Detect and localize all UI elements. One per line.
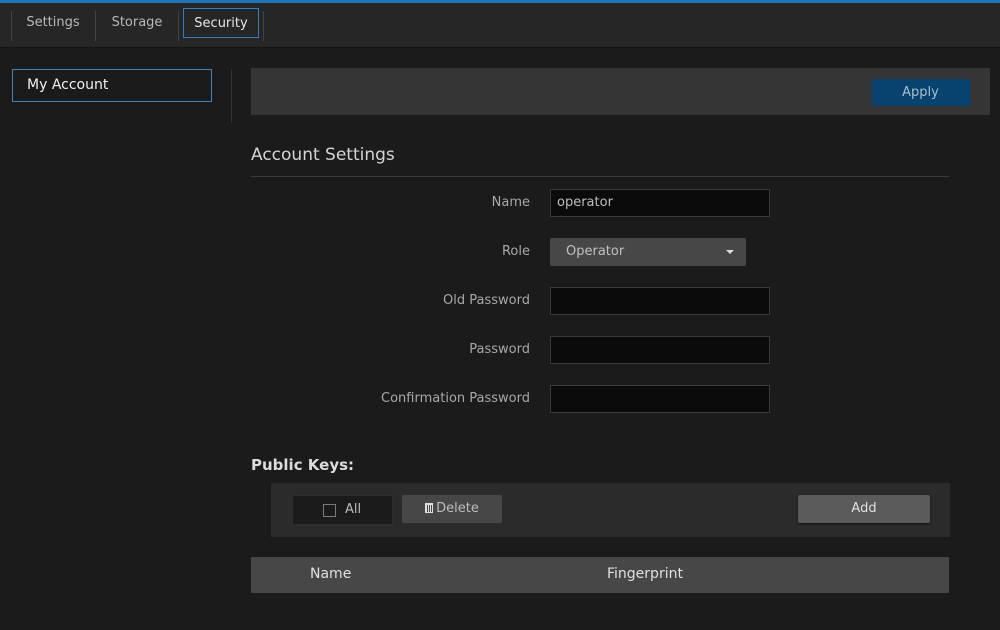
confirmation-password-label: Confirmation Password [381,391,530,406]
tab-security[interactable]: Security [183,8,259,38]
trash-icon [425,503,434,513]
sidebar-divider [231,69,232,123]
public-keys-title: Public Keys: [251,456,355,474]
tab-divider [95,11,96,41]
name-input[interactable]: operator [550,189,770,217]
add-button[interactable]: Add [798,495,930,523]
column-header-name[interactable]: Name [310,566,351,582]
tab-bar: Settings Storage Security [0,3,1000,48]
password-label: Password [469,342,530,357]
role-select[interactable]: Operator [550,238,746,266]
tab-divider [178,11,179,41]
role-label: Role [501,244,530,259]
select-all-control[interactable]: All [292,495,393,525]
delete-label: Delete [436,501,479,516]
select-all-label: All [345,502,362,517]
column-header-fingerprint[interactable]: Fingerprint [607,566,683,582]
tab-settings[interactable]: Settings [16,8,90,38]
select-all-checkbox[interactable] [323,504,336,517]
role-select-value: Operator [566,244,625,259]
public-keys-table-header: Name Fingerprint [251,557,949,593]
section-title: Account Settings [251,145,395,165]
tab-storage[interactable]: Storage [101,8,173,38]
apply-button[interactable]: Apply [871,79,970,106]
sidebar-item-my-account[interactable]: My Account [12,69,212,102]
old-password-label: Old Password [443,293,530,308]
password-input[interactable] [550,336,770,364]
old-password-input[interactable] [550,287,770,315]
delete-button[interactable]: Delete [402,495,502,523]
caret-down-icon [726,250,734,254]
section-divider [251,176,949,177]
name-label: Name [491,195,530,210]
tab-divider [11,11,12,41]
confirmation-password-input[interactable] [550,385,770,413]
tab-divider [263,11,264,41]
